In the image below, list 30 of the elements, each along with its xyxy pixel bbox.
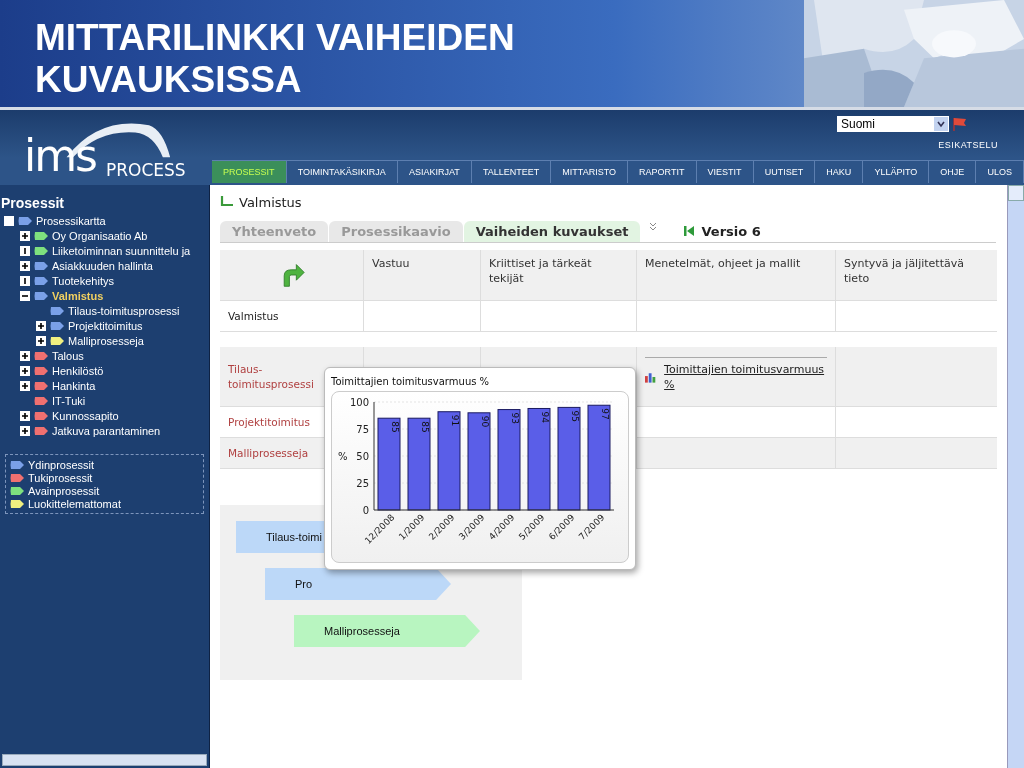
axis-tick-label: 50 [356, 451, 369, 462]
axis-tick-label: 75 [356, 424, 369, 435]
axis-tick-label: 0 [362, 505, 369, 516]
version-label: Versio 6 [701, 224, 761, 239]
page-title: Valmistus [239, 194, 302, 210]
bar-value-label: 95 [570, 410, 580, 422]
axis-title: % [338, 451, 348, 462]
bar-value-label: 85 [420, 421, 430, 433]
bar-value-label: 97 [600, 408, 610, 420]
legend-label: Ydinprosessit [28, 458, 95, 471]
axis-tick-label: 25 [356, 478, 369, 489]
bar-value-label: 93 [510, 412, 520, 424]
row-name: Valmistus [228, 308, 280, 324]
bar-value-label: 94 [540, 411, 550, 423]
column-header: Syntyvä ja jäljitettävä tieto [844, 257, 964, 285]
axis-tick-label: 100 [349, 397, 369, 408]
column-header: Vastuu [372, 257, 410, 270]
column-header: Menetelmät, ohjeet ja mallit [645, 257, 801, 270]
legend-label: Avainprosessit [28, 484, 100, 497]
logo-subtext: PROCESS [106, 160, 186, 180]
bar-value-label: 90 [480, 415, 490, 428]
bar-value-label: 91 [450, 414, 460, 427]
chart-title: Toimittajien toimitusvarmuus % [331, 376, 491, 387]
legend-label: Luokittelemattomat [28, 497, 121, 510]
bar-value-label: 85 [390, 421, 400, 433]
legend-label: Tukiprosessit [28, 471, 93, 484]
slide-title: MITTARILINKKI VAIHEIDEN KUVAUKSISSA [34, 16, 516, 102]
logo-text: ims [24, 132, 96, 180]
column-header: Kriittiset ja tärkeät tekijät [489, 257, 592, 285]
sidebar-title: Prosessit [0, 194, 66, 213]
